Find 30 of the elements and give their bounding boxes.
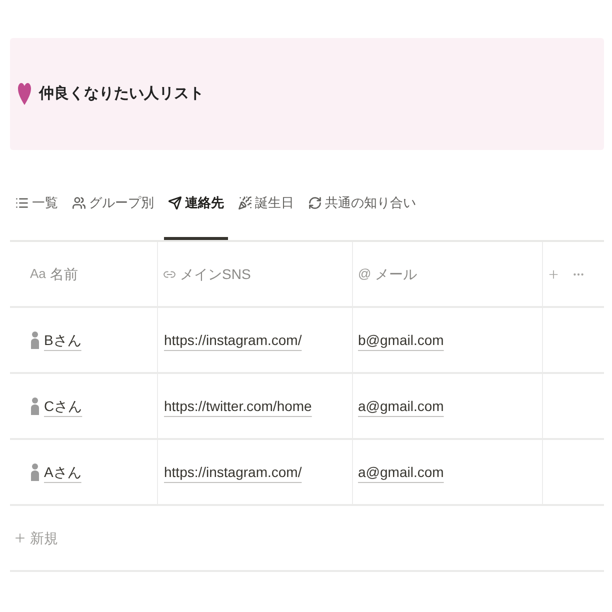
person-icon: [30, 331, 40, 349]
url-link[interactable]: https://twitter.com/home: [164, 397, 312, 415]
url-link[interactable]: https://instagram.com/: [164, 463, 302, 481]
add-column-button[interactable]: [547, 268, 560, 280]
view-tab[interactable]: 連絡先: [164, 186, 228, 240]
name-link[interactable]: Cさん: [44, 397, 82, 415]
person-icon: [30, 463, 40, 481]
url-link[interactable]: https://instagram.com/: [164, 331, 302, 349]
email-link[interactable]: b@gmail.com: [358, 331, 444, 349]
page-title: 仲良くなりたい人リスト: [39, 84, 204, 104]
list-icon: [15, 196, 29, 210]
name-link[interactable]: Bさん: [44, 331, 82, 349]
heart-icon: [18, 83, 31, 105]
name-link[interactable]: Aさん: [44, 463, 82, 481]
plus-icon: [547, 268, 560, 280]
column-header[interactable]: @ メール: [358, 265, 418, 283]
person-icon: [30, 397, 40, 415]
view-tab[interactable]: 共通の知り合い: [304, 186, 420, 240]
people-icon: [72, 196, 86, 210]
refresh-icon: [308, 196, 322, 210]
send-icon: [168, 196, 182, 210]
plus-icon: [13, 531, 27, 545]
view-tab[interactable]: 誕生日: [234, 186, 298, 240]
column-header[interactable]: メインSNS: [163, 265, 251, 283]
party-popper-icon: [238, 196, 252, 210]
column-header[interactable]: Aa 名前: [30, 265, 78, 283]
email-link[interactable]: a@gmail.com: [358, 463, 444, 481]
email-link[interactable]: a@gmail.com: [358, 397, 444, 415]
view-tab[interactable]: グループ別: [68, 186, 158, 240]
view-tab[interactable]: 一覧: [11, 186, 62, 240]
